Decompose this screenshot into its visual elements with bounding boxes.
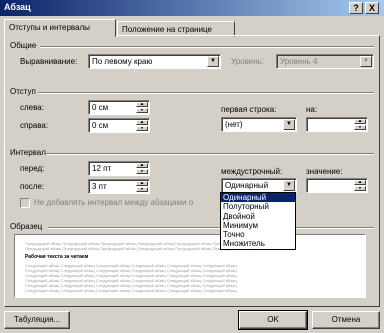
indent-left-stepper[interactable]: 0 см ▲ ▼: [88, 100, 150, 115]
no-space-label: Не добавлять интервал между абзацами о: [34, 198, 194, 207]
spin-up-icon[interactable]: ▲: [354, 180, 366, 185]
space-before-label: перед:: [20, 164, 45, 173]
indent-separator: [38, 92, 374, 94]
help-button[interactable]: ?: [349, 2, 363, 14]
indent-right-value: 0 см: [92, 121, 109, 130]
general-heading: Общие: [10, 41, 37, 50]
indent-by-stepper[interactable]: ▲ ▼: [306, 117, 368, 132]
indent-by-label: на:: [306, 105, 318, 114]
no-space-checkbox[interactable]: [20, 198, 30, 208]
preview-separator: [48, 227, 374, 229]
line-spacing-option[interactable]: Множитель: [221, 239, 295, 248]
spin-down-icon[interactable]: ▼: [354, 186, 366, 191]
line-spacing-dropdown[interactable]: Одинарный ▼: [221, 178, 297, 193]
level-value: Уровень 4: [280, 57, 318, 66]
close-button[interactable]: X: [365, 2, 379, 14]
tab-indents-spacing-label: Отступы и интервалы: [9, 23, 90, 32]
line-spacing-option[interactable]: Полуторный: [221, 202, 295, 211]
space-after-stepper[interactable]: 3 пт ▲ ▼: [88, 179, 150, 194]
indent-right-stepper[interactable]: 0 см ▲ ▼: [88, 118, 150, 133]
space-after-label: после:: [20, 182, 45, 191]
spacing-at-stepper[interactable]: ▲ ▼: [306, 178, 368, 193]
spin-up-icon[interactable]: ▲: [136, 181, 148, 186]
spacing-separator: [46, 153, 374, 155]
spin-up-icon[interactable]: ▲: [136, 102, 148, 107]
line-spacing-option[interactable]: Двойной: [221, 212, 295, 221]
preview-sample-text: Рабочая текста за читаем: [25, 254, 89, 260]
space-before-stepper[interactable]: 12 пт ▲ ▼: [88, 161, 150, 176]
space-after-value: 3 пт: [92, 182, 107, 191]
preview-heading: Образец: [10, 222, 43, 231]
spin-down-icon[interactable]: ▼: [354, 125, 366, 130]
spin-down-icon[interactable]: ▼: [136, 108, 148, 113]
tabs-button[interactable]: Табуляция...: [4, 311, 70, 329]
alignment-label: Выравнивание:: [20, 57, 78, 66]
title-bar[interactable]: [0, 0, 384, 16]
first-line-label: первая строка:: [221, 105, 277, 114]
line-spacing-option[interactable]: Одинарный: [221, 193, 295, 203]
chevron-down-icon[interactable]: ▼: [283, 119, 295, 130]
indent-left-label: слева:: [20, 103, 44, 112]
chevron-down-icon[interactable]: ▼: [207, 56, 219, 67]
cancel-button[interactable]: Отмена: [312, 311, 380, 329]
space-before-value: 12 пт: [92, 164, 112, 173]
ok-button[interactable]: OK: [238, 310, 308, 330]
tab-line-page-breaks-label: Положение на странице: [122, 25, 212, 34]
indent-right-label: справа:: [20, 121, 49, 130]
first-line-dropdown[interactable]: (нет) ▼: [221, 117, 297, 132]
line-spacing-label: междустрочный:: [221, 167, 283, 176]
preview-prev-text: Предыдущий абзац Предыдущий абзац Предыд…: [25, 246, 250, 251]
spacing-at-label: значение:: [306, 167, 343, 176]
chevron-down-icon[interactable]: ▼: [283, 180, 295, 191]
line-spacing-option[interactable]: Точно: [221, 230, 295, 239]
level-dropdown[interactable]: Уровень 4 ▼: [276, 54, 374, 69]
tab-indents-spacing[interactable]: Отступы и интервалы: [4, 19, 116, 37]
preview-box: Предыдущий абзац Предыдущий абзац Предыд…: [14, 234, 366, 298]
window-title: Абзац: [4, 2, 31, 12]
chevron-down-icon[interactable]: ▼: [360, 56, 372, 67]
line-spacing-value: Одинарный: [225, 181, 269, 190]
indent-heading: Отступ: [10, 87, 36, 96]
line-spacing-option[interactable]: Минимум: [221, 221, 295, 230]
spin-up-icon[interactable]: ▲: [136, 163, 148, 168]
level-label: Уровень:: [231, 57, 265, 66]
line-spacing-list[interactable]: Одинарный Полуторный Двойной Минимум Точ…: [220, 192, 296, 250]
spin-up-icon[interactable]: ▲: [136, 120, 148, 125]
spin-down-icon[interactable]: ▼: [136, 187, 148, 192]
general-separator: [40, 46, 374, 48]
spin-up-icon[interactable]: ▲: [354, 119, 366, 124]
preview-next-text: Следующий абзац Следующий абзац Следующи…: [25, 288, 237, 293]
alignment-value: По левому краю: [92, 57, 153, 66]
indent-left-value: 0 см: [92, 103, 109, 112]
first-line-value: (нет): [225, 120, 243, 129]
spacing-heading: Интервал: [10, 148, 46, 157]
spin-down-icon[interactable]: ▼: [136, 169, 148, 174]
spin-down-icon[interactable]: ▼: [136, 126, 148, 131]
alignment-dropdown[interactable]: По левому краю ▼: [88, 54, 221, 69]
